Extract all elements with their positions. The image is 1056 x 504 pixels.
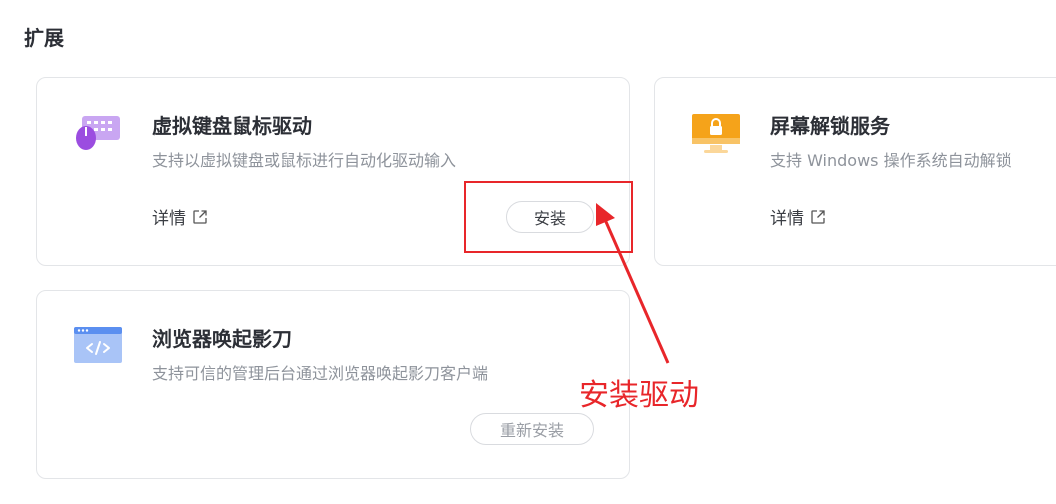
external-link-icon bbox=[192, 209, 208, 225]
annotation-text: 安装驱动 bbox=[579, 378, 699, 413]
reinstall-button[interactable]: 重新安装 bbox=[470, 413, 594, 445]
screen-lock-icon bbox=[691, 112, 741, 156]
annotation-highlight-box bbox=[464, 181, 633, 253]
external-link-icon bbox=[810, 209, 826, 225]
card-title: 虚拟键盘鼠标驱动 bbox=[152, 114, 312, 138]
card-description: 支持可信的管理后台通过浏览器唤起影刀客户端 bbox=[152, 364, 489, 383]
extension-card-browser-launch: 浏览器唤起影刀 支持可信的管理后台通过浏览器唤起影刀客户端 重新安装 bbox=[36, 290, 630, 479]
section-title: 扩展 bbox=[24, 26, 64, 50]
card-description: 支持 Windows 操作系统自动解锁 bbox=[770, 151, 1012, 170]
detail-label: 详情 bbox=[152, 209, 186, 229]
extensions-page: 扩展 虚拟键盘鼠标驱动 支持以虚拟键盘或鼠标进行自动化驱动输入 详情 安装 屏幕… bbox=[0, 0, 1056, 504]
keyboard-mouse-icon bbox=[73, 112, 123, 156]
browser-code-icon bbox=[73, 325, 123, 369]
detail-link[interactable]: 详情 bbox=[152, 204, 208, 229]
card-title: 屏幕解锁服务 bbox=[770, 114, 890, 138]
extension-card-screen-unlock: 屏幕解锁服务 支持 Windows 操作系统自动解锁 详情 bbox=[654, 77, 1056, 266]
card-title: 浏览器唤起影刀 bbox=[152, 327, 292, 351]
detail-link[interactable]: 详情 bbox=[770, 204, 826, 229]
detail-label: 详情 bbox=[770, 209, 804, 229]
card-description: 支持以虚拟键盘或鼠标进行自动化驱动输入 bbox=[152, 151, 457, 170]
